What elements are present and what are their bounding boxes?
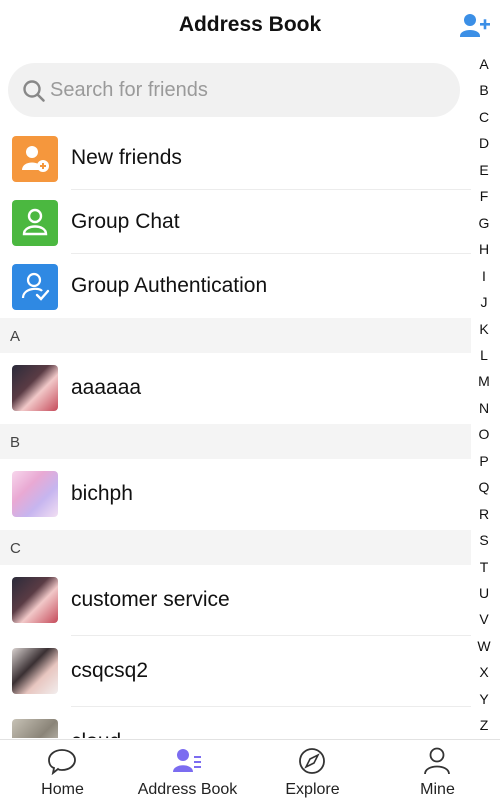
new-friends-icon [12,136,58,182]
avatar [12,719,58,738]
contact-list[interactable]: New friends Group Chat Group Authenticat… [0,126,471,738]
index-letter[interactable]: Y [474,691,494,707]
tab-home[interactable]: Home [0,740,125,801]
index-letter[interactable]: K [474,321,494,337]
index-letter[interactable]: L [474,347,494,363]
compass-icon [299,748,325,774]
contact-item[interactable]: bichph [0,459,471,530]
index-letter[interactable]: M [474,373,494,389]
group-authentication-label: Group Authentication [71,274,268,297]
index-letter[interactable]: J [474,294,494,310]
index-letter[interactable]: O [474,426,494,442]
index-letter[interactable]: X [474,664,494,680]
contacts-icon [173,749,201,772]
section-header-c: C [0,530,471,565]
tab-mine[interactable]: Mine [375,740,500,801]
new-friends-item[interactable]: New friends [0,126,471,190]
index-letter[interactable]: S [474,532,494,548]
index-letter[interactable]: N [474,400,494,416]
contact-name: aaaaaa [71,376,142,399]
search-input[interactable] [50,75,440,105]
index-letter[interactable]: W [474,638,494,654]
new-friends-label: New friends [71,146,182,169]
index-letter[interactable]: P [474,453,494,469]
avatar [12,648,58,694]
index-letter[interactable]: E [474,162,494,178]
header-bar: Address Book [0,0,500,54]
group-authentication-icon [12,264,58,310]
add-friend-button[interactable] [460,12,490,40]
person-icon [424,747,450,775]
index-letter[interactable]: R [474,506,494,522]
avatar [12,365,58,411]
contact-item[interactable]: customer service [0,565,471,636]
add-friend-icon [460,14,490,37]
index-letter[interactable]: F [474,188,494,204]
index-letter[interactable]: C [474,109,494,125]
tab-label: Home [41,781,84,798]
avatar [12,471,58,517]
page-title: Address Book [178,13,322,36]
tab-bar: Home Address Book Explore Mine [0,739,500,801]
tab-explore[interactable]: Explore [250,740,375,801]
contact-name: customer service [71,588,230,611]
alphabet-index[interactable]: ABCDEFGHIJKLMNOPQRSTUVWXYZ [474,56,494,746]
tab-address-book[interactable]: Address Book [125,740,250,801]
index-letter[interactable]: D [474,135,494,151]
contact-name: cloud... [71,730,139,738]
group-chat-label: Group Chat [71,210,180,233]
chat-bubble-icon [48,749,76,775]
index-letter[interactable]: T [474,559,494,575]
avatar [12,577,58,623]
contact-item[interactable]: aaaaaa [0,353,471,424]
index-letter[interactable]: V [474,611,494,627]
index-letter[interactable]: Q [474,479,494,495]
group-chat-icon [12,200,58,246]
tab-label: Address Book [137,781,238,798]
index-letter[interactable]: B [474,82,494,98]
tab-label: Explore [285,781,340,798]
group-chat-item[interactable]: Group Chat [0,190,471,254]
index-letter[interactable]: G [474,215,494,231]
contact-name: csqcsq2 [71,659,149,682]
section-header-b: B [0,424,471,459]
index-letter[interactable]: U [474,585,494,601]
group-authentication-item[interactable]: Group Authentication [0,254,471,318]
index-letter[interactable]: I [474,268,494,284]
section-header-a: A [0,318,471,353]
search-icon [23,80,45,102]
index-letter[interactable]: H [474,241,494,257]
index-letter[interactable]: Z [474,717,494,733]
contact-name: bichph [71,482,133,505]
contact-item[interactable]: cloud... [0,707,471,738]
search-bar[interactable] [8,63,460,117]
tab-label: Mine [420,781,455,798]
index-letter[interactable]: A [474,56,494,72]
contact-item[interactable]: csqcsq2 [0,636,471,707]
